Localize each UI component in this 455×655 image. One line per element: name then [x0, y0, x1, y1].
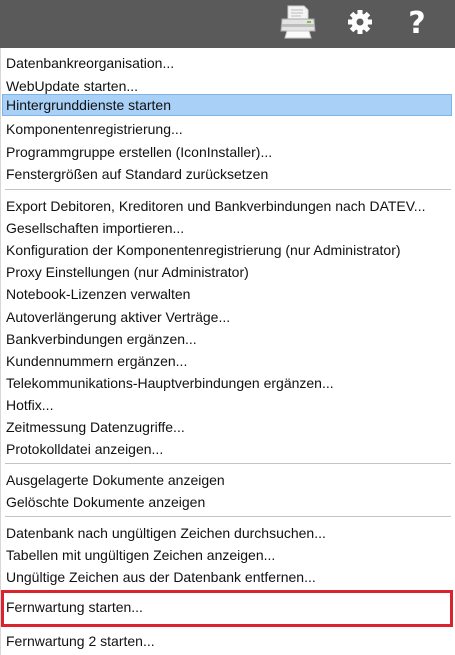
menu-item-hintergrunddienste[interactable]: Hintergrunddienste starten: [2, 94, 452, 116]
menu-item-hotfix[interactable]: Hotfix...: [2, 394, 452, 416]
menu-item-fernwartung-2[interactable]: Fernwartung 2 starten...: [2, 630, 452, 652]
menu-item-konfiguration[interactable]: Konfiguration der Komponentenregistrieru…: [2, 239, 452, 261]
menu-item-export-datev[interactable]: Export Debitoren, Kreditoren und Bankver…: [2, 195, 452, 217]
menu-item-datenbankreorganisation[interactable]: Datenbankreorganisation...: [2, 52, 452, 74]
print-button[interactable]: [276, 2, 320, 46]
menu-item-protokolldatei[interactable]: Protokolldatei anzeigen...: [2, 438, 452, 460]
menu-item-fernwartung[interactable]: Fernwartung starten...: [2, 596, 452, 618]
menu-item-proxy[interactable]: Proxy Einstellungen (nur Administrator): [2, 261, 452, 283]
help-icon: ?: [408, 6, 426, 41]
menu-item-komponentenregistrierung[interactable]: Komponentenregistrierung...: [2, 118, 452, 140]
settings-button[interactable]: [338, 2, 382, 46]
menu-item-autoverlaengerung[interactable]: Autoverlängerung aktiver Verträge...: [2, 306, 452, 328]
menu-item-notebook-lizenzen[interactable]: Notebook-Lizenzen verwalten: [2, 283, 452, 305]
menu-item-ungueltige-zeichen-suchen[interactable]: Datenbank nach ungültigen Zeichen durchs…: [2, 522, 452, 544]
help-button[interactable]: ?: [395, 2, 439, 46]
menu-separator: [5, 626, 451, 627]
menu-separator: [5, 463, 451, 464]
menu-item-gesellschaften[interactable]: Gesellschaften importieren...: [2, 217, 452, 239]
menu-item-ungueltige-zeichen-entfernen[interactable]: Ungültige Zeichen aus der Datenbank entf…: [2, 566, 452, 588]
extras-menu: Datenbankreorganisation... WebUpdate sta…: [0, 48, 455, 655]
menu-separator: [5, 189, 451, 190]
menu-item-ausgelagerte-dokumente[interactable]: Ausgelagerte Dokumente anzeigen: [2, 469, 452, 491]
menu-separator: [5, 591, 451, 592]
gear-icon: [346, 8, 374, 41]
toolbar: ?: [0, 0, 455, 48]
menu-item-fenstergroessen[interactable]: Fenstergrößen auf Standard zurücksetzen: [2, 163, 452, 185]
menu-item-zeitmessung[interactable]: Zeitmessung Datenzugriffe...: [2, 416, 452, 438]
menu-separator: [5, 516, 451, 517]
menu-item-geloeschte-dokumente[interactable]: Gelöschte Dokumente anzeigen: [2, 491, 452, 513]
printer-icon: [279, 3, 317, 46]
menu-item-bankverbindungen[interactable]: Bankverbindungen ergänzen...: [2, 328, 452, 350]
menu-item-telekommunikation[interactable]: Telekommunikations-Hauptverbindungen erg…: [2, 372, 452, 394]
menu-item-kundennummern[interactable]: Kundennummern ergänzen...: [2, 350, 452, 372]
menu-item-tabellen-ungueltige-zeichen[interactable]: Tabellen mit ungültigen Zeichen anzeigen…: [2, 544, 452, 566]
menu-item-programmgruppe[interactable]: Programmgruppe erstellen (IconInstaller)…: [2, 141, 452, 163]
